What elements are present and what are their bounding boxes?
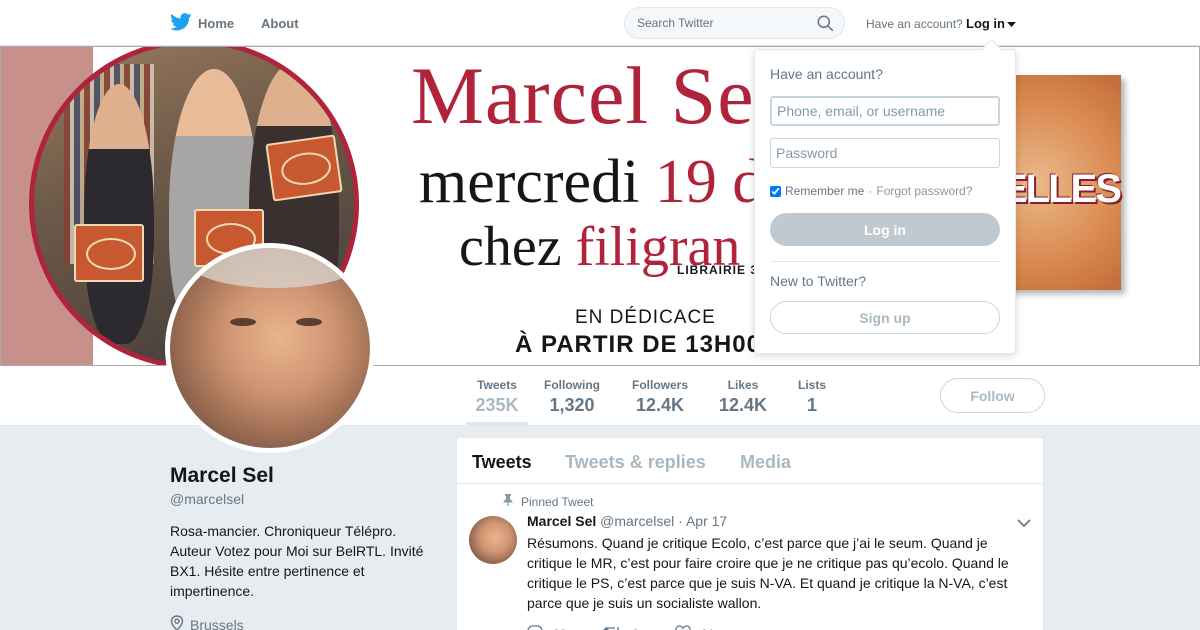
tweet-actions: 22 9 91 (527, 625, 714, 630)
username-field[interactable] (770, 96, 1000, 126)
banner-librairie: LIBRAIRIE 3 (677, 263, 759, 277)
banner-title: Marcel Se (411, 50, 755, 141)
tweet-author-handle[interactable]: @marcelsel (600, 513, 674, 529)
stat-value: 12.4K (718, 395, 768, 415)
stat-followers[interactable]: Followers 12.4K (629, 378, 691, 416)
tab-tweets-replies[interactable]: Tweets & replies (565, 452, 706, 473)
tab-tweets[interactable]: Tweets (472, 452, 532, 473)
stat-label: Lists (797, 378, 826, 392)
tweet-author-name[interactable]: Marcel Sel (527, 513, 596, 529)
password-field[interactable] (770, 138, 1000, 168)
stat-value: 12.4K (635, 395, 685, 415)
banner-time: À PARTIR DE 13H00 (515, 331, 761, 358)
login-dropdown-toggle[interactable]: Log in (966, 16, 1016, 31)
tab-media[interactable]: Media (740, 452, 791, 473)
reply-button[interactable]: 22 (527, 625, 566, 630)
banner-book-cover: ELLES (1001, 75, 1122, 290)
nav-about-link[interactable]: About (261, 16, 299, 31)
retweet-icon (602, 625, 622, 630)
avatar-hair (190, 248, 360, 288)
signup-button[interactable]: Sign up (770, 301, 1000, 334)
location-label: Brussels (190, 616, 244, 630)
book-cover (265, 134, 343, 202)
nav-home-link[interactable]: Home (170, 13, 234, 34)
stat-value: 1 (806, 395, 817, 415)
have-account-text: Have an account? (866, 17, 963, 31)
profile-handle[interactable]: @marcelsel (170, 491, 244, 507)
avatar-eye (296, 318, 322, 326)
timeline: Tweets Tweets & replies Media Pinned Twe… (456, 437, 1044, 630)
like-count: 91 (701, 627, 714, 630)
remember-me-label[interactable]: Remember me (785, 184, 864, 198)
top-navigation: Home About Have an account? Log in (0, 0, 1200, 46)
login-toggle-label: Log in (966, 16, 1005, 31)
tweet-avatar[interactable] (469, 516, 517, 564)
stat-label: Following (544, 378, 600, 392)
remember-me-checkbox[interactable] (770, 185, 781, 197)
twitter-bird-icon (170, 13, 192, 34)
remember-row: Remember me · Forgot password? (770, 184, 972, 198)
tweet-separator: · (678, 513, 683, 529)
nav-home-label: Home (198, 16, 235, 31)
stat-tweets[interactable]: Tweets 235K (466, 378, 528, 426)
banner-date: mercredi 19 d (419, 147, 763, 218)
login-dropdown: Have an account? Remember me · Forgot pa… (754, 49, 1016, 354)
separator-dot: · (868, 184, 873, 198)
tweet-date[interactable]: Apr 17 (686, 513, 727, 529)
timeline-tabs: Tweets Tweets & replies Media (457, 438, 1043, 484)
stat-value: 1,320 (549, 395, 595, 415)
new-to-twitter-text: New to Twitter? (770, 273, 867, 289)
login-heading: Have an account? (770, 66, 883, 82)
location-pin-icon (170, 615, 184, 630)
banner-date-prefix: mercredi (419, 148, 655, 216)
retweet-count: 9 (632, 627, 639, 630)
banner-date-day: 19 d (654, 148, 764, 216)
search-input[interactable] (637, 16, 807, 30)
search-icon[interactable] (817, 15, 834, 37)
stat-following[interactable]: Following 1,320 (542, 378, 602, 416)
heart-icon (675, 625, 691, 630)
profile-bio: Rosa-mancier. Chroniqueur Télépro. Auteu… (170, 523, 424, 599)
banner-book-letters: ELLES (1001, 167, 1122, 211)
tweet-text: Résumons. Quand je critique Ecolo, c’est… (527, 535, 1009, 611)
chevron-down-icon[interactable] (1017, 515, 1031, 533)
forgot-password-link[interactable]: Forgot password? (876, 184, 972, 198)
stat-label: Tweets (477, 378, 517, 392)
pin-icon (503, 494, 513, 509)
like-button[interactable]: 91 (675, 625, 714, 630)
follow-button[interactable]: Follow (940, 378, 1045, 413)
search-box (624, 7, 845, 39)
banner-dedicace: EN DÉDICACE (575, 307, 716, 328)
divider (770, 261, 1000, 262)
banner-place-prefix: chez (459, 216, 576, 278)
person-left (84, 84, 154, 344)
profile-location: Brussels (170, 615, 244, 630)
book-cover (74, 224, 144, 282)
stat-lists[interactable]: Lists 1 (795, 378, 829, 416)
pinned-label: Pinned Tweet (521, 494, 594, 509)
stat-label: Likes (727, 378, 759, 392)
stat-label: Followers (631, 378, 688, 392)
reply-icon (527, 625, 543, 630)
pinned-tweet[interactable]: Pinned Tweet Marcel Sel @marcelsel · Apr… (457, 485, 1043, 630)
login-submit-button[interactable]: Log in (770, 213, 1000, 246)
stat-value: 235K (475, 395, 519, 415)
stat-likes[interactable]: Likes 12.4K (715, 378, 771, 416)
pinned-indicator: Pinned Tweet (503, 494, 594, 509)
retweet-button[interactable]: 9 (602, 625, 639, 630)
caret-down-icon (1007, 16, 1016, 31)
tweet-header: Marcel Sel @marcelsel · Apr 17 (527, 513, 727, 529)
profile-avatar[interactable] (165, 243, 375, 453)
avatar-eye (230, 318, 256, 326)
profile-name[interactable]: Marcel Sel (170, 464, 274, 488)
reply-count: 22 (553, 627, 566, 630)
